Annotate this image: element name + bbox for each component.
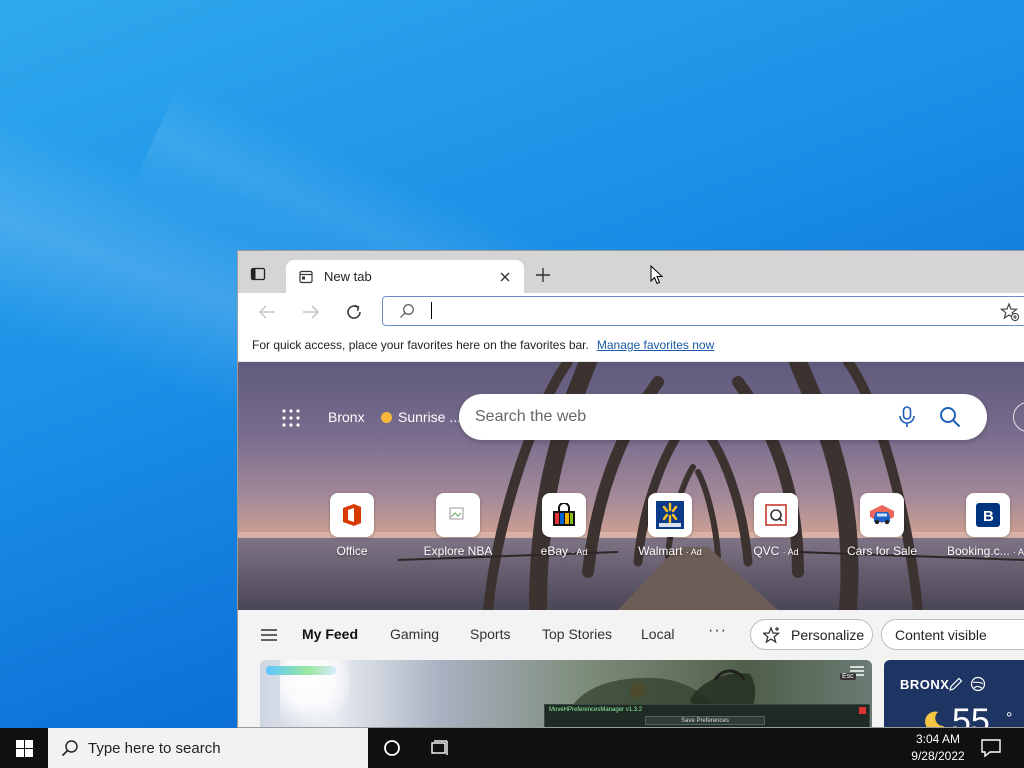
forward-arrow-icon[interactable]	[300, 301, 322, 323]
back-arrow-icon[interactable]	[256, 301, 278, 323]
feed-tab-local[interactable]: Local	[641, 626, 674, 642]
search-icon[interactable]	[939, 406, 961, 428]
booking-b-icon: B	[966, 493, 1010, 537]
taskbar: Type here to search 3:04 AM 9/28/2022	[0, 728, 1024, 768]
feed-card-image[interactable]: MoveHPreferencesManager v1.3.2 Save Pref…	[260, 660, 872, 727]
add-favorite-star-icon[interactable]	[1000, 302, 1020, 322]
feed-tab-my-feed[interactable]: My Feed	[302, 626, 358, 642]
quick-link-booking[interactable]: B Booking.c... · Ad	[938, 493, 1024, 559]
game-dialog-close-icon	[859, 707, 866, 714]
quick-link-ebay[interactable]: eBay · Ad	[514, 493, 614, 559]
walmart-spark-icon	[648, 493, 692, 537]
address-input[interactable]	[429, 300, 969, 322]
web-search-box[interactable]: Search the web	[459, 394, 987, 440]
content-visible-dropdown[interactable]: Content visible	[881, 619, 1024, 650]
taskbar-search-placeholder: Type here to search	[88, 739, 221, 757]
quick-link-cars-for-sale[interactable]: Cars for Sale	[832, 493, 932, 559]
browser-toolbar	[238, 293, 1024, 329]
weather-city: BRONX	[900, 677, 950, 692]
new-tab-page-icon	[298, 269, 314, 285]
text-caret	[431, 302, 432, 319]
quick-link-label: Explore NBA	[423, 544, 493, 558]
system-clock[interactable]: 3:04 AM 9/28/2022	[898, 731, 978, 765]
address-bar[interactable]	[382, 296, 1024, 326]
feed-navigation: My Feed Gaming Sports Top Stories Local …	[238, 610, 1024, 660]
favorites-bar: For quick access, place your favorites h…	[238, 329, 1024, 362]
manage-favorites-link[interactable]: Manage favorites now	[597, 338, 714, 352]
personalize-label: Personalize	[791, 626, 865, 643]
quick-link-qvc[interactable]: QVC · Ad	[726, 493, 826, 559]
apps-grid-icon[interactable]	[281, 408, 301, 428]
feed-content: MoveHPreferencesManager v1.3.2 Save Pref…	[238, 660, 1024, 728]
cortana-icon[interactable]	[382, 738, 402, 758]
feed-tab-gaming[interactable]: Gaming	[390, 626, 439, 642]
quick-link-label: eBay	[540, 544, 568, 558]
search-icon	[61, 740, 78, 757]
mouse-cursor-icon	[650, 265, 664, 285]
globe-icon[interactable]	[970, 676, 986, 692]
edge-browser-window: New tab For quick access, place your fav…	[237, 250, 1024, 728]
svg-text:B: B	[983, 508, 994, 525]
quick-link-label: Cars for Sale	[846, 544, 918, 558]
sunrise-icon	[381, 412, 392, 423]
game-dialog-panel: MoveHPreferencesManager v1.3.2 Save Pref…	[544, 704, 870, 727]
moon-icon	[925, 711, 944, 727]
content-visible-label: Content visible	[895, 626, 987, 643]
close-tab-icon[interactable]	[494, 266, 516, 288]
personalize-button[interactable]: Personalize	[750, 619, 873, 650]
more-options-icon[interactable]: ···	[708, 622, 727, 640]
game-dialog-save-button: Save Preferences	[645, 716, 765, 725]
shopping-bag-icon	[542, 493, 586, 537]
game-dialog-title: MoveHPreferencesManager v1.3.2	[549, 707, 643, 713]
quick-link-label: Booking.c...	[946, 544, 1010, 558]
weather-card[interactable]: BRONX 55 °	[884, 660, 1024, 728]
action-center-icon[interactable]	[980, 738, 1002, 758]
windows-logo-icon	[15, 739, 33, 757]
favorites-bar-message: For quick access, place your favorites h…	[252, 338, 589, 352]
search-icon	[400, 304, 414, 318]
tab-strip: New tab	[238, 251, 1024, 293]
tab-actions-icon[interactable]	[248, 264, 268, 284]
qvc-logo-icon	[754, 493, 798, 537]
quick-link-label: Office	[336, 544, 368, 558]
start-button[interactable]	[0, 728, 48, 768]
taskbar-search-box[interactable]: Type here to search	[48, 728, 368, 768]
quick-link-label: Walmart	[638, 544, 683, 558]
task-view-icon[interactable]	[430, 738, 450, 758]
hamburger-menu-icon[interactable]	[260, 628, 278, 642]
location-label[interactable]: Bronx	[328, 409, 365, 425]
new-tab-hero-background: Bronx Sunrise ... Search the web Office …	[238, 362, 1024, 610]
edit-pencil-icon[interactable]	[948, 676, 964, 692]
quick-link-walmart[interactable]: Walmart · Ad	[620, 493, 720, 559]
feed-tab-sports[interactable]: Sports	[470, 626, 510, 642]
tab-title: New tab	[324, 269, 372, 284]
quick-link-label: QVC	[753, 544, 780, 558]
weather-temperature: 55	[952, 702, 990, 728]
car-icon	[860, 493, 904, 537]
microphone-icon[interactable]	[897, 406, 917, 428]
weather-note[interactable]: Sunrise ...	[398, 409, 461, 425]
quick-link-explore-nba[interactable]: Explore NBA	[408, 493, 508, 559]
web-search-placeholder: Search the web	[475, 408, 587, 425]
new-tab-plus-icon[interactable]	[533, 265, 553, 285]
refresh-icon[interactable]	[343, 301, 365, 323]
personalize-star-icon	[763, 625, 781, 643]
feed-tab-top-stories[interactable]: Top Stories	[542, 626, 612, 642]
office-logo-icon	[330, 493, 374, 537]
quick-link-office[interactable]: Office	[302, 493, 402, 559]
clock-time: 3:04 AM	[915, 732, 961, 746]
esc-key-badge: Esc	[840, 673, 856, 680]
broken-image-icon	[436, 493, 480, 537]
weather-unit: °	[1006, 710, 1013, 727]
tab-new-tab[interactable]: New tab	[286, 260, 524, 293]
clock-date: 9/28/2022	[911, 749, 965, 763]
